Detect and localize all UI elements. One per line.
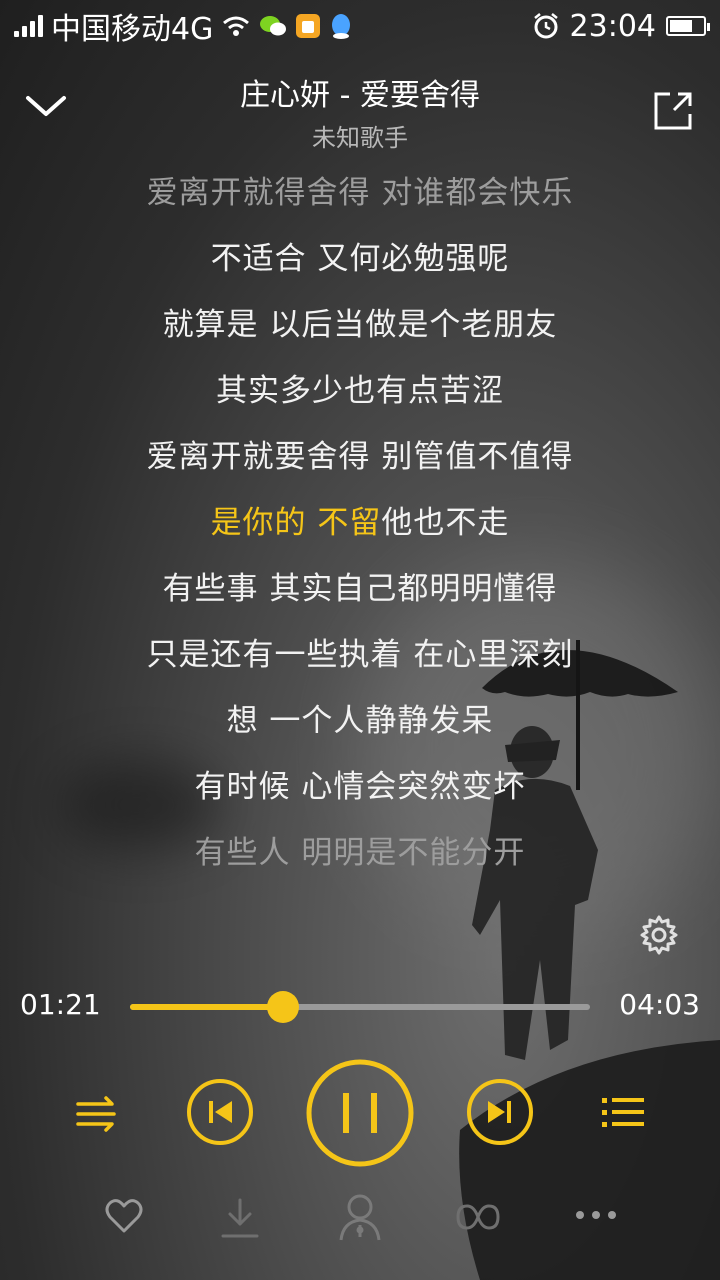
previous-icon[interactable] bbox=[186, 1078, 254, 1146]
lyric-line: 有时候 心情会突然变坏 bbox=[194, 769, 526, 805]
lyric-line: 就算是 以后当做是个老朋友 bbox=[162, 307, 558, 343]
lyric-line: 其实多少也有点苦涩 bbox=[216, 373, 504, 409]
progress-bar-area: 01:21 04:03 bbox=[0, 980, 720, 1036]
total-time: 04:03 bbox=[619, 988, 700, 1021]
song-title: 庄心妍 - 爱要舍得 bbox=[240, 78, 480, 113]
lyric-line: 想 一个人静静发呆 bbox=[226, 703, 494, 739]
lyric-line: 有些事 其实自己都明明懂得 bbox=[162, 571, 558, 607]
lyric-line: 不适合 又何必勉强呢 bbox=[210, 241, 510, 277]
lyric-line: 只是还有一些执着 在心里深刻 bbox=[146, 637, 574, 673]
current-lyric-unsung: 他也不走 bbox=[381, 505, 510, 541]
lyric-line: 有些人 明明是不能分开 bbox=[194, 835, 526, 871]
bottom-action-bar bbox=[0, 1194, 720, 1256]
seek-thumb[interactable] bbox=[267, 991, 300, 1023]
pause-icon[interactable] bbox=[305, 1058, 415, 1168]
more-icon[interactable] bbox=[574, 1208, 618, 1222]
lyric-line: 爱离开就得舍得 对谁都会快乐 bbox=[146, 175, 574, 211]
lyric-line: 爱离开就要舍得 别管值不值得 bbox=[146, 439, 574, 475]
sound-effect-icon[interactable] bbox=[454, 1202, 502, 1232]
download-icon[interactable] bbox=[220, 1196, 260, 1240]
wifi-icon bbox=[223, 16, 250, 36]
wechat-icon bbox=[260, 16, 287, 36]
app-notification-icon bbox=[296, 14, 321, 38]
artist-name: 未知歌手 bbox=[312, 124, 408, 152]
shuffle-icon[interactable] bbox=[74, 1090, 120, 1136]
seek-bar[interactable] bbox=[130, 991, 590, 1023]
battery-icon bbox=[666, 16, 710, 36]
player-header: 庄心妍 - 爱要舍得 未知歌手 bbox=[0, 62, 720, 162]
seek-bar-played bbox=[130, 1004, 284, 1010]
gear-icon[interactable] bbox=[638, 914, 680, 956]
heart-icon[interactable] bbox=[104, 1196, 144, 1236]
next-icon[interactable] bbox=[466, 1078, 534, 1146]
clock-time: 23:04 bbox=[569, 8, 656, 44]
alarm-icon bbox=[533, 13, 558, 39]
current-lyric-sung: 是你的 不留 bbox=[210, 505, 382, 541]
elapsed-time: 01:21 bbox=[20, 988, 101, 1021]
carrier-label: 中国移动4G bbox=[51, 12, 214, 47]
share-icon[interactable] bbox=[650, 88, 696, 134]
current-lyric-line: 是你的 不留他也不走 bbox=[0, 490, 720, 556]
qq-icon bbox=[332, 14, 351, 39]
lyrics-panel[interactable]: 爱离开就得舍得 对谁都会快乐 不适合 又何必勉强呢 就算是 以后当做是个老朋友 … bbox=[0, 160, 720, 886]
playback-controls bbox=[0, 1058, 720, 1168]
signal-icon bbox=[14, 15, 43, 37]
status-bar: 中国移动4G 23:04 bbox=[0, 0, 720, 52]
playlist-icon[interactable] bbox=[600, 1092, 646, 1132]
singer-icon[interactable] bbox=[338, 1192, 382, 1242]
